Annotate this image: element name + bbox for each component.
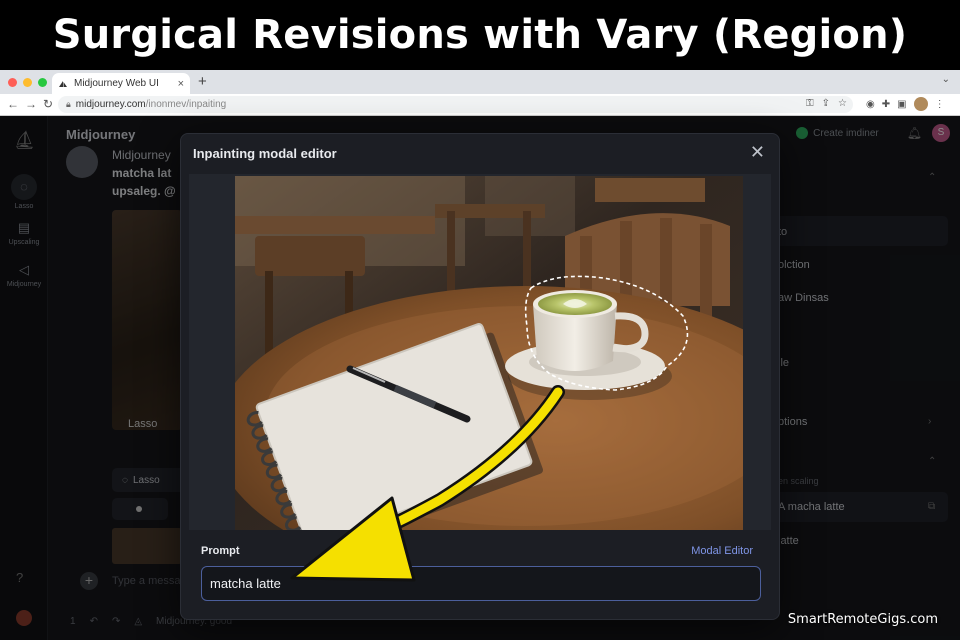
check-circle-icon [796, 127, 809, 139]
rail-item-lasso[interactable]: ◌ Lasso [4, 174, 44, 210]
back-arrow-icon[interactable]: ← [7, 97, 19, 111]
option-button[interactable] [112, 498, 168, 520]
right-panel-subheading: en scaling [778, 476, 819, 486]
bell-small-icon[interactable]: ◬ [134, 616, 142, 627]
share-icon[interactable]: ⇪ [822, 98, 830, 109]
browser-tab-strip: Midjourney Web UI × + ⌄ [0, 70, 960, 94]
right-panel-selected [770, 216, 948, 246]
chat-image[interactable] [112, 210, 182, 430]
add-attachment-button[interactable]: + [80, 572, 98, 590]
bot-avatar [66, 146, 98, 178]
maximize-window-button[interactable] [38, 78, 47, 87]
tab-close-icon[interactable]: × [178, 78, 184, 90]
right-panel-item[interactable]: A macha latte [778, 501, 845, 513]
rail-item-label: Lasso [14, 203, 34, 210]
key-icon[interactable]: ⚿ [806, 98, 814, 109]
rail-item-label: Midjourney [6, 281, 42, 288]
prompt-input[interactable] [201, 566, 761, 601]
window-controls [8, 78, 47, 87]
chat-bubble-icon: ◌ [122, 474, 128, 486]
new-tab-button[interactable]: + [198, 73, 207, 91]
midjourney-logo-icon[interactable]: ⛵︎ [13, 130, 36, 151]
chat-author: Midjourney [112, 148, 171, 162]
chat-image-label: Lasso [128, 418, 158, 430]
collapse-chevron-icon[interactable]: ⌃ [928, 172, 936, 183]
chevron-right-icon[interactable]: › [928, 416, 931, 427]
image-canvas [189, 174, 771, 530]
page-number: 1 [70, 616, 76, 627]
watermark: SmartRemoteGigs.com [787, 612, 938, 627]
prompt-label: Prompt [201, 545, 240, 557]
external-link-icon[interactable]: ⧉ [928, 501, 935, 512]
rail-item-label: Upscaling [8, 239, 40, 246]
close-icon[interactable]: ✕ [750, 142, 765, 163]
right-panel-item[interactable]: olction [778, 259, 810, 271]
user-avatar[interactable] [16, 610, 32, 626]
chat-bubble-icon: ◌ [11, 174, 37, 200]
reload-icon[interactable]: ↻ [43, 97, 53, 111]
inpainting-modal: Inpainting modal editor ✕ Prompt Modal E… [180, 133, 780, 620]
app-brand: Midjourney [66, 127, 136, 142]
redo-icon[interactable]: ↷ [112, 616, 120, 627]
modal-title: Inpainting modal editor [193, 146, 337, 161]
megaphone-icon: ◁ [19, 262, 29, 277]
cafe-photo[interactable] [235, 176, 743, 530]
headline-banner: Surgical Revisions with Vary (Region) [0, 0, 960, 70]
puzzle-icon[interactable]: ✚ [882, 99, 890, 110]
minimize-window-button[interactable] [23, 78, 32, 87]
lasso-button-label: Lasso [132, 474, 160, 486]
create-button-label: Create imdiner [813, 127, 879, 139]
collapse-chevron-icon[interactable]: ⌃ [928, 456, 936, 467]
left-rail: ⛵︎ ◌ Lasso ▤ Upscaling ◁ Midjourney ? [0, 116, 48, 640]
midjourney-favicon-icon [59, 80, 67, 87]
create-button[interactable]: Create imdiner [796, 127, 879, 139]
rail-item-midjourney[interactable]: ◁ Midjourney [4, 262, 44, 288]
chat-prompt-text: matcha lat [112, 166, 172, 180]
right-panel-item[interactable]: aw Dinsas [778, 292, 829, 304]
document-icon: ▤ [17, 220, 31, 235]
top-right-actions: Create imdiner 🔔︎ S [796, 124, 950, 142]
rail-item-upscaling[interactable]: ▤ Upscaling [4, 220, 44, 246]
help-icon[interactable]: ? [16, 570, 23, 585]
user-avatar-initial[interactable]: S [932, 124, 950, 142]
url-text: midjourney.com/inonmev/inpaiting [75, 99, 227, 110]
chat-mention-text: upsaleg. @ [112, 184, 176, 198]
extension-icon[interactable]: ◉ [866, 99, 875, 110]
browser-toolbar: ← → ↻ 🔒︎ midjourney.com/inonmev/inpaitin… [0, 94, 960, 116]
lasso-button[interactable]: ◌ Lasso [112, 468, 186, 492]
right-panel-item[interactable]: ptions [778, 416, 807, 428]
undo-icon[interactable]: ↶ [90, 616, 98, 627]
headline-text: Surgical Revisions with Vary (Region) [52, 12, 908, 58]
tab-search-chevron-icon[interactable]: ⌄ [942, 74, 950, 85]
forward-arrow-icon[interactable]: → [25, 97, 37, 111]
right-panel-item[interactable]: latte [778, 535, 799, 547]
cafe-scene-illustration [235, 176, 743, 530]
message-input-placeholder[interactable]: Type a messa [112, 575, 180, 587]
address-bar[interactable]: 🔒︎ midjourney.com/inonmev/inpaiting ⚿ ⇪ … [58, 96, 853, 113]
bookmark-star-icon[interactable]: ☆ [838, 98, 847, 109]
close-window-button[interactable] [8, 78, 17, 87]
tab-title: Midjourney Web UI [74, 78, 159, 89]
more-menu-icon[interactable]: ⋮ [935, 99, 945, 110]
sidebar-icon[interactable]: ▣ [897, 99, 906, 110]
profile-avatar[interactable] [913, 97, 928, 111]
lock-icon: 🔒︎ [66, 99, 71, 109]
browser-tab[interactable]: Midjourney Web UI × [52, 73, 190, 94]
bell-icon[interactable]: 🔔︎ [907, 126, 922, 140]
modal-editor-link[interactable]: Modal Editor [691, 545, 753, 557]
chat-thumbnail[interactable] [112, 528, 182, 564]
